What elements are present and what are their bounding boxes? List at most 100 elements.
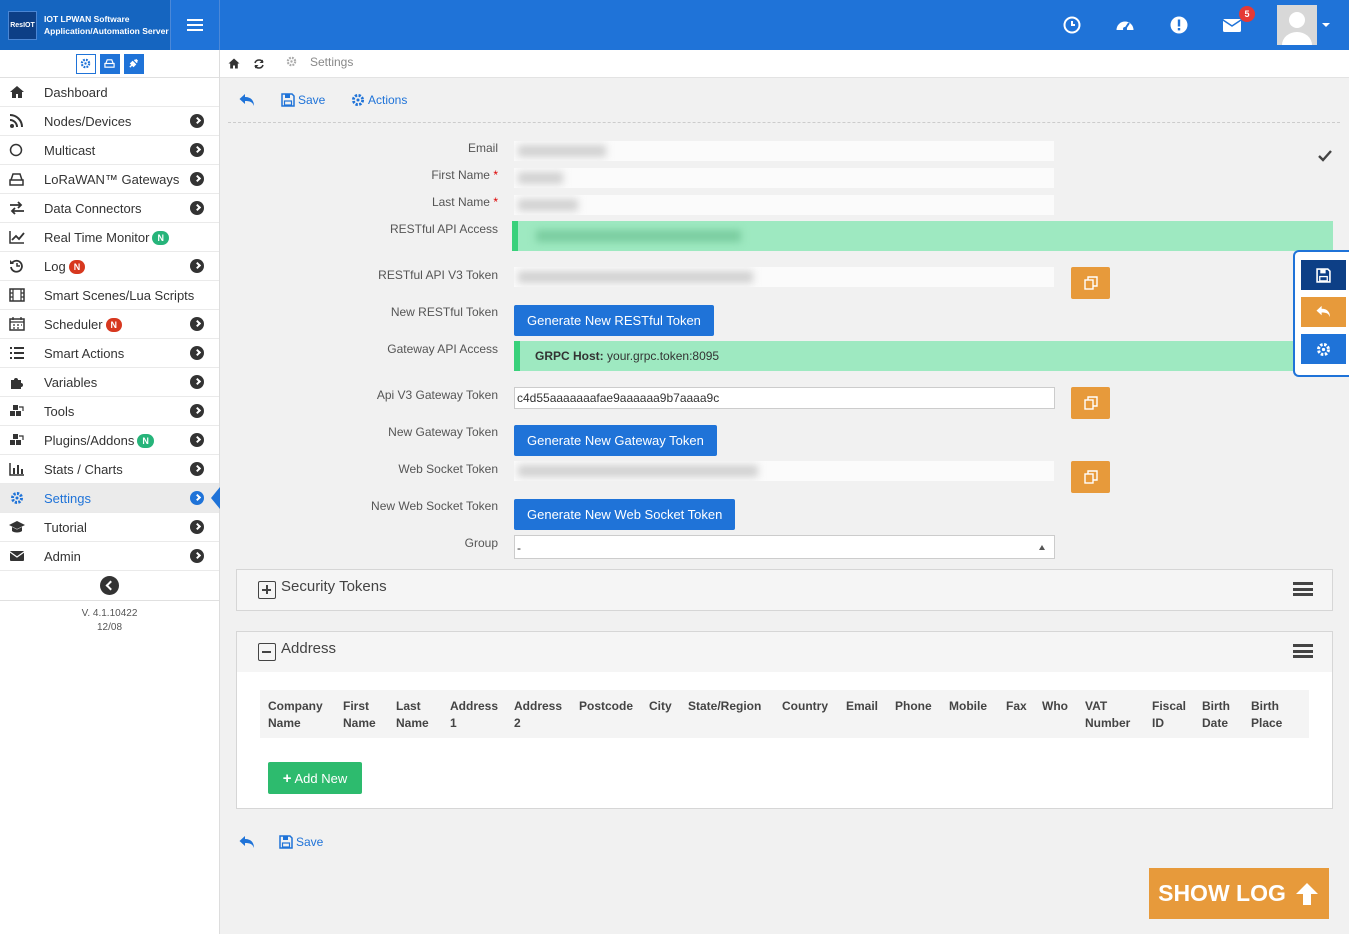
column-header[interactable]: Company Name	[268, 698, 323, 732]
email-field[interactable]	[514, 141, 1054, 161]
chevron-right-icon[interactable]	[190, 114, 204, 128]
sidebar-item-data-connectors[interactable]: Data Connectors	[0, 194, 219, 223]
column-header[interactable]: Address 1	[450, 698, 498, 732]
column-header[interactable]: Last Name	[396, 698, 429, 732]
chevron-right-icon[interactable]	[190, 259, 204, 273]
sidebar-item-multicast[interactable]: Multicast	[0, 136, 219, 165]
websocket-token-field[interactable]	[514, 461, 1054, 481]
chevron-right-icon[interactable]	[190, 375, 204, 389]
column-header[interactable]: State/Region	[688, 698, 761, 715]
refresh-icon[interactable]	[253, 58, 265, 70]
column-header[interactable]: Birth Place	[1251, 698, 1282, 732]
sidebar-item-real-time-monitor[interactable]: Real Time Monitor N	[0, 223, 219, 252]
sidebar-item-dashboard[interactable]: Dashboard	[0, 78, 219, 107]
column-header[interactable]: Mobile	[949, 698, 987, 715]
panel-menu-icon[interactable]	[1293, 582, 1313, 596]
envelope-icon[interactable]	[1222, 15, 1242, 35]
column-header[interactable]: Country	[782, 698, 828, 715]
column-header-line-1: Address	[514, 699, 563, 713]
column-header[interactable]: Address 2	[514, 698, 562, 732]
sidebar-item-label: Tutorial	[44, 520, 87, 535]
expand-icon[interactable]	[258, 581, 276, 599]
chevron-right-icon[interactable]	[190, 404, 204, 418]
new-badge: N	[137, 434, 154, 448]
chevron-right-icon[interactable]	[190, 433, 204, 447]
copy-websocket-token-button[interactable]	[1071, 461, 1110, 493]
generate-gateway-token-button[interactable]: Generate New Gateway Token	[514, 425, 717, 456]
address-title[interactable]: Address	[281, 640, 336, 657]
caret-down-icon[interactable]	[1322, 23, 1330, 27]
api-v3-gateway-token-field[interactable]	[514, 387, 1055, 409]
clock-icon[interactable]	[1062, 15, 1082, 35]
copy-gateway-token-button[interactable]	[1071, 387, 1110, 419]
sidebar-item-stats-charts[interactable]: Stats / Charts	[0, 455, 219, 484]
generate-websocket-token-button[interactable]: Generate New Web Socket Token	[514, 499, 736, 530]
sidebar-item-log[interactable]: Log N	[0, 252, 219, 281]
sidebar-item-tools[interactable]: Tools	[0, 397, 219, 426]
show-log-label: SHOW LOG	[1158, 880, 1286, 906]
column-header[interactable]: City	[649, 698, 672, 715]
brand[interactable]: ResIOT IOT LPWAN Software Application/Au…	[0, 0, 170, 50]
home-icon[interactable]	[228, 58, 240, 69]
float-undo-button[interactable]	[1301, 297, 1346, 327]
column-header[interactable]: Postcode	[579, 698, 633, 715]
plugin-tool-button[interactable]	[123, 53, 144, 74]
column-header[interactable]: First Name	[343, 698, 376, 732]
show-log-button[interactable]: SHOW LOG	[1149, 868, 1329, 919]
column-header[interactable]: Who	[1042, 698, 1068, 715]
chevron-right-icon[interactable]	[190, 201, 204, 215]
caret-up-icon	[1039, 545, 1045, 550]
sidebar-item-variables[interactable]: Variables	[0, 368, 219, 397]
sidebar-item-settings[interactable]: Settings	[0, 484, 220, 513]
copy-restful-token-button[interactable]	[1071, 267, 1110, 299]
chevron-right-icon[interactable]	[190, 549, 204, 563]
column-header[interactable]: Fax	[1006, 698, 1027, 715]
chevron-right-icon[interactable]	[190, 520, 204, 534]
chevron-right-icon[interactable]	[190, 346, 204, 360]
collapse-icon[interactable]	[258, 643, 276, 661]
sidebar-item-admin[interactable]: Admin	[0, 542, 219, 571]
float-settings-button[interactable]	[1301, 334, 1346, 364]
sidebar-item-tutorial[interactable]: Tutorial	[0, 513, 219, 542]
chevron-right-icon[interactable]	[190, 491, 204, 505]
gateway-tool-button[interactable]	[99, 53, 120, 74]
dashboard-gauge-icon[interactable]	[1115, 15, 1135, 35]
column-header[interactable]: Email	[846, 698, 878, 715]
alert-icon[interactable]	[1169, 15, 1189, 35]
column-header[interactable]: Fiscal ID	[1152, 698, 1186, 732]
actions-button[interactable]: Actions	[351, 93, 407, 107]
sidebar-item-nodes-devices[interactable]: Nodes/Devices	[0, 107, 219, 136]
security-tokens-title[interactable]: Security Tokens	[281, 578, 387, 595]
column-header-line-1: Who	[1042, 699, 1068, 713]
group-select[interactable]: -	[514, 535, 1055, 559]
sidebar-item-plugins-addons[interactable]: Plugins/Addons N	[0, 426, 219, 455]
sidebar-item-smart-scenes-lua-scripts[interactable]: Smart Scenes/Lua Scripts	[0, 281, 219, 310]
add-new-address-button[interactable]: + Add New	[268, 762, 362, 794]
settings-tool-button[interactable]	[75, 53, 96, 74]
column-header-line-2: Place	[1251, 716, 1283, 730]
generate-restful-token-button[interactable]: Generate New RESTful Token	[514, 305, 714, 336]
collapse-sidebar-icon[interactable]	[100, 576, 119, 595]
sidebar-item-smart-actions[interactable]: Smart Actions	[0, 339, 219, 368]
bottom-save-button[interactable]: Save	[279, 835, 323, 849]
undo-icon[interactable]	[238, 93, 256, 108]
gear-icon	[351, 93, 365, 107]
first-name-field[interactable]	[514, 168, 1054, 188]
column-header[interactable]: Birth Date	[1202, 698, 1230, 732]
avatar[interactable]	[1277, 5, 1317, 45]
panel-menu-icon[interactable]	[1293, 644, 1313, 658]
chevron-right-icon[interactable]	[190, 462, 204, 476]
float-save-button[interactable]	[1301, 260, 1346, 290]
chevron-right-icon[interactable]	[190, 172, 204, 186]
undo-icon[interactable]	[238, 835, 256, 850]
column-header[interactable]: VAT Number	[1085, 698, 1130, 732]
restful-v3-token-field[interactable]	[514, 267, 1054, 287]
chevron-right-icon[interactable]	[190, 317, 204, 331]
menu-toggle-button[interactable]	[170, 0, 220, 50]
sidebar-item-lorawan-gateways[interactable]: LoRaWAN™ Gateways	[0, 165, 219, 194]
column-header[interactable]: Phone	[895, 698, 932, 715]
sidebar-item-scheduler[interactable]: Scheduler N	[0, 310, 219, 339]
save-button[interactable]: Save	[281, 93, 325, 107]
last-name-field[interactable]	[514, 195, 1054, 215]
chevron-right-icon[interactable]	[190, 143, 204, 157]
